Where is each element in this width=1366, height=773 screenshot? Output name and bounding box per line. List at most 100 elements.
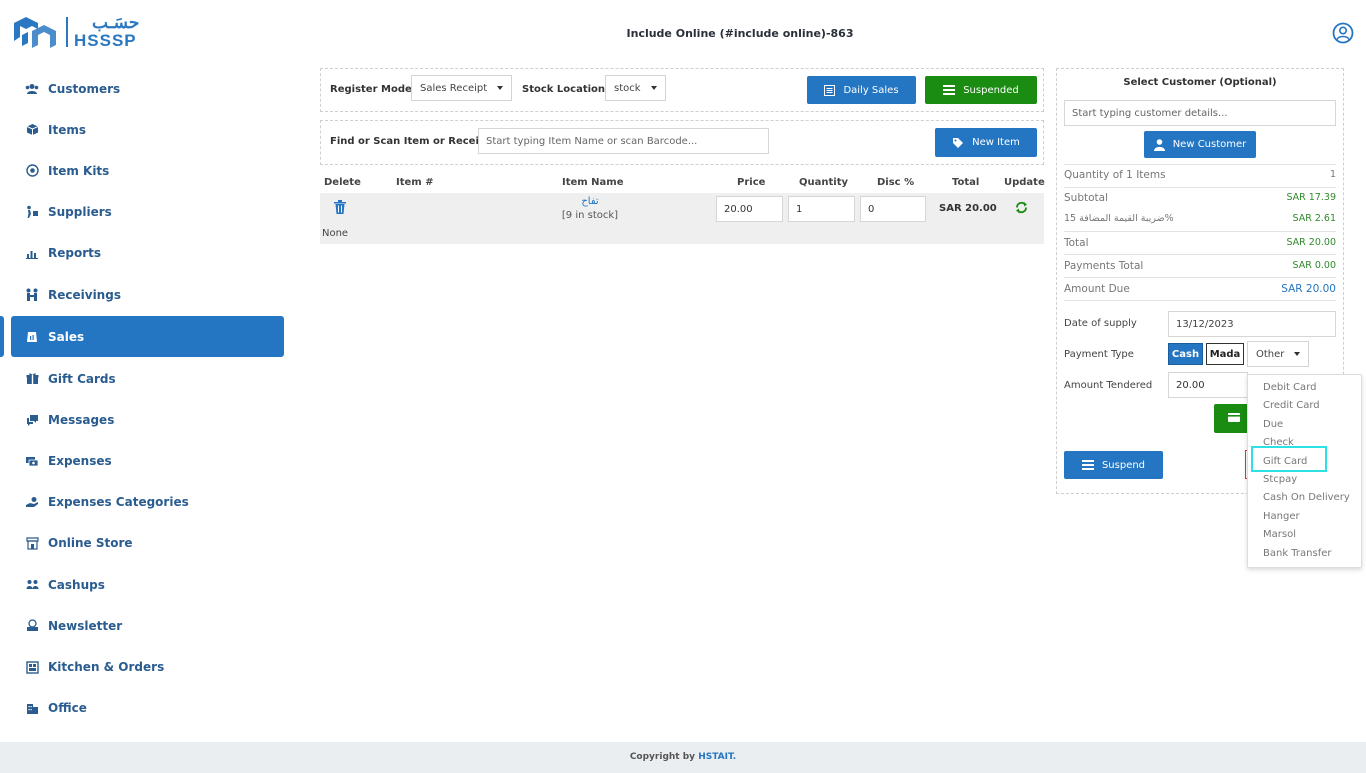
col-delete: Delete	[324, 177, 361, 188]
dropdown-option[interactable]: Bank Transfer	[1263, 548, 1332, 559]
sidebar-item-item-kits[interactable]: Item Kits	[0, 150, 290, 191]
sidebar-item-label: Newsletter	[48, 618, 123, 633]
divider	[1064, 300, 1336, 301]
trash-icon[interactable]	[334, 200, 346, 214]
footer-brand-link[interactable]: HSTAIT.	[698, 752, 736, 762]
sidebar-item-label: Receivings	[48, 287, 121, 302]
sidebar-item-label: Expenses	[48, 454, 112, 469]
user-account-icon[interactable]	[1332, 22, 1354, 44]
dropdown-option[interactable]: Cash On Delivery	[1263, 492, 1350, 503]
sidebar-nav: Customers Items Item Kits Suppliers Repo…	[0, 68, 290, 729]
sidebar-item-label: Cashups	[48, 577, 105, 592]
cash-payment-button[interactable]: Cash	[1168, 343, 1203, 365]
chevron-down-icon	[1294, 352, 1300, 356]
sidebar-item-reports[interactable]: Reports	[0, 233, 290, 274]
sidebar-item-label: Office	[48, 701, 87, 716]
other-payment-select[interactable]: Other	[1247, 341, 1309, 367]
customer-search-input[interactable]: Start typing customer details...	[1064, 100, 1336, 126]
table-row: تفاح [9 in stock] 20.00 1 0 SAR 20.00 No…	[320, 193, 1044, 244]
summary-amount-due: Amount Due SAR 20.00	[1064, 278, 1336, 300]
sidebar-item-office[interactable]: Office	[0, 688, 290, 729]
chevron-down-icon	[497, 86, 503, 90]
summary-quantity: Quantity of 1 Items 1	[1064, 164, 1336, 186]
sidebar-item-gift-cards[interactable]: Gift Cards	[0, 358, 290, 399]
quantity-value: 1	[1329, 169, 1336, 180]
register-mode-select[interactable]: Sales Receipt	[411, 75, 512, 101]
sidebar-item-receivings[interactable]: Receivings	[0, 274, 290, 315]
summary-subtotal: Subtotal SAR 17.39	[1064, 187, 1336, 209]
credit-card-icon	[1228, 412, 1240, 425]
price-input[interactable]: 20.00	[716, 196, 783, 222]
discount-input[interactable]: 0	[860, 196, 926, 222]
page-title: Include Online (#include online)-863	[626, 27, 854, 40]
dropdown-option[interactable]: Hanger	[1263, 511, 1300, 522]
sidebar-item-sales[interactable]: Sales	[0, 316, 284, 358]
total-value: SAR 20.00	[1286, 237, 1336, 248]
item-name-link[interactable]: تفاح	[530, 196, 650, 207]
sidebar-item-items[interactable]: Items	[0, 109, 290, 150]
col-item-name: Item Name	[562, 177, 624, 188]
sidebar-item-newsletter[interactable]: Newsletter	[0, 605, 290, 646]
amount-due-value: SAR 20.00	[1281, 283, 1336, 295]
date-of-supply-input[interactable]: 13/12/2023	[1168, 311, 1336, 337]
item-search-input[interactable]: Start typing Item Name or scan Barcode..…	[478, 128, 769, 154]
col-update: Update	[1004, 177, 1045, 188]
tag-icon	[952, 137, 964, 149]
sidebar-item-label: Reports	[48, 246, 102, 261]
list-icon	[824, 84, 836, 96]
amount-tendered-input[interactable]: 20.00	[1168, 372, 1248, 398]
dropdown-option[interactable]: Credit Card	[1263, 400, 1320, 411]
stock-location-select[interactable]: stock	[605, 75, 666, 101]
dropdown-option[interactable]: Debit Card	[1263, 382, 1316, 393]
user-icon	[1153, 138, 1165, 151]
highlight-box	[1251, 446, 1327, 472]
quantity-input[interactable]: 1	[788, 196, 855, 222]
total-label: Total	[1064, 237, 1089, 249]
footer-copyright: Copyright by	[629, 752, 696, 762]
mada-payment-button[interactable]: Mada	[1206, 343, 1244, 365]
sidebar-item-messages[interactable]: Messages	[0, 399, 290, 440]
date-of-supply-label: Date of supply	[1064, 318, 1137, 329]
dropdown-option[interactable]: Stcpay	[1263, 474, 1297, 485]
item-stock: [9 in stock]	[561, 210, 619, 221]
newsletter-icon	[25, 619, 39, 633]
box-icon	[25, 123, 39, 137]
message-icon	[25, 413, 39, 427]
receivings-icon	[25, 288, 39, 302]
sidebar-item-online-store[interactable]: Online Store	[0, 523, 290, 564]
register-mode-value: Sales Receipt	[420, 82, 488, 94]
suspend-button[interactable]: Suspend	[1064, 451, 1163, 479]
list-icon	[943, 85, 956, 95]
suspended-button[interactable]: Suspended	[925, 76, 1037, 104]
other-payment-value: Other	[1256, 348, 1285, 360]
quantity-label: Quantity of 1 Items	[1064, 169, 1166, 181]
refresh-icon[interactable]	[1015, 201, 1028, 214]
sidebar-item-kitchen-orders[interactable]: Kitchen & Orders	[0, 646, 290, 687]
daily-sales-label: Daily Sales	[843, 84, 899, 96]
sidebar-item-customers[interactable]: Customers	[0, 68, 290, 109]
chart-icon	[25, 246, 39, 260]
dropdown-option[interactable]: Due	[1263, 419, 1283, 430]
sidebar-item-expenses[interactable]: Expenses	[0, 441, 290, 482]
users-icon	[25, 82, 39, 96]
col-quantity: Quantity	[799, 177, 848, 188]
sidebar-item-label: Item Kits	[48, 163, 110, 178]
daily-sales-button[interactable]: Daily Sales	[807, 76, 916, 104]
sidebar-item-suppliers[interactable]: Suppliers	[0, 192, 290, 233]
col-price: Price	[737, 177, 766, 188]
col-total: Total	[952, 177, 980, 188]
sales-icon	[25, 330, 39, 344]
sidebar-item-label: Kitchen & Orders	[48, 660, 165, 675]
select-customer-title: Select Customer (Optional)	[1123, 77, 1277, 88]
sidebar-item-cashups[interactable]: Cashups	[0, 564, 290, 605]
sidebar-item-label: Gift Cards	[48, 371, 116, 386]
col-discount: Disc %	[877, 177, 915, 188]
new-item-button[interactable]: New Item	[935, 128, 1037, 157]
sidebar-item-expenses-categories[interactable]: Expenses Categories	[0, 482, 290, 523]
dropdown-option[interactable]: Marsol	[1263, 529, 1296, 540]
payment-type-label: Payment Type	[1064, 349, 1134, 360]
new-customer-button[interactable]: New Customer	[1144, 131, 1256, 158]
sidebar-item-label: Suppliers	[48, 205, 112, 220]
chevron-down-icon	[651, 86, 657, 90]
summary-payments-total: Payments Total SAR 0.00	[1064, 255, 1336, 277]
